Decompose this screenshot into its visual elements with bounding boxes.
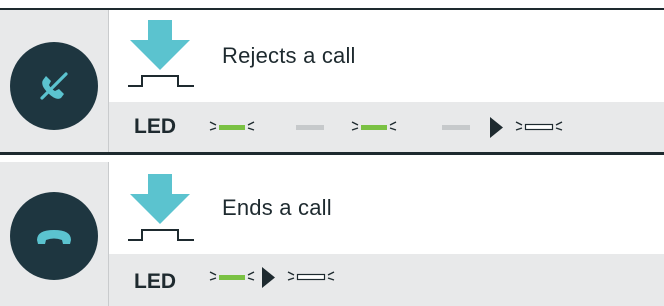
led-flash-green xyxy=(351,121,397,131)
call-control-table: Rejects a call Ends a call LED LED xyxy=(0,0,664,306)
end-call-icon xyxy=(37,230,71,244)
row-divider xyxy=(0,152,664,155)
led-flash-green xyxy=(209,271,255,281)
reject-call-button xyxy=(10,42,98,130)
action-text-row-2: Ends a call xyxy=(222,195,332,220)
column-divider-row-1 xyxy=(108,10,109,152)
button-press-icon xyxy=(128,174,194,241)
led-flash-white xyxy=(287,271,335,281)
led-flash-white xyxy=(515,121,563,131)
button-press-icon xyxy=(128,20,194,87)
arrow-right-icon xyxy=(490,117,503,138)
led-dim-gray xyxy=(442,125,470,130)
led-label-row-2: LED xyxy=(134,270,176,293)
reject-call-icon xyxy=(40,72,68,100)
led-label-row-1: LED xyxy=(134,115,176,138)
arrow-right-icon xyxy=(262,267,275,288)
led-flash-green xyxy=(209,121,255,131)
led-dim-gray xyxy=(296,125,324,130)
column-divider-row-2 xyxy=(108,162,109,306)
action-text-row-1: Rejects a call xyxy=(222,43,356,68)
led-sequence-row-1 xyxy=(209,117,563,138)
led-sequence-row-2 xyxy=(209,267,335,288)
end-call-button xyxy=(10,192,98,280)
